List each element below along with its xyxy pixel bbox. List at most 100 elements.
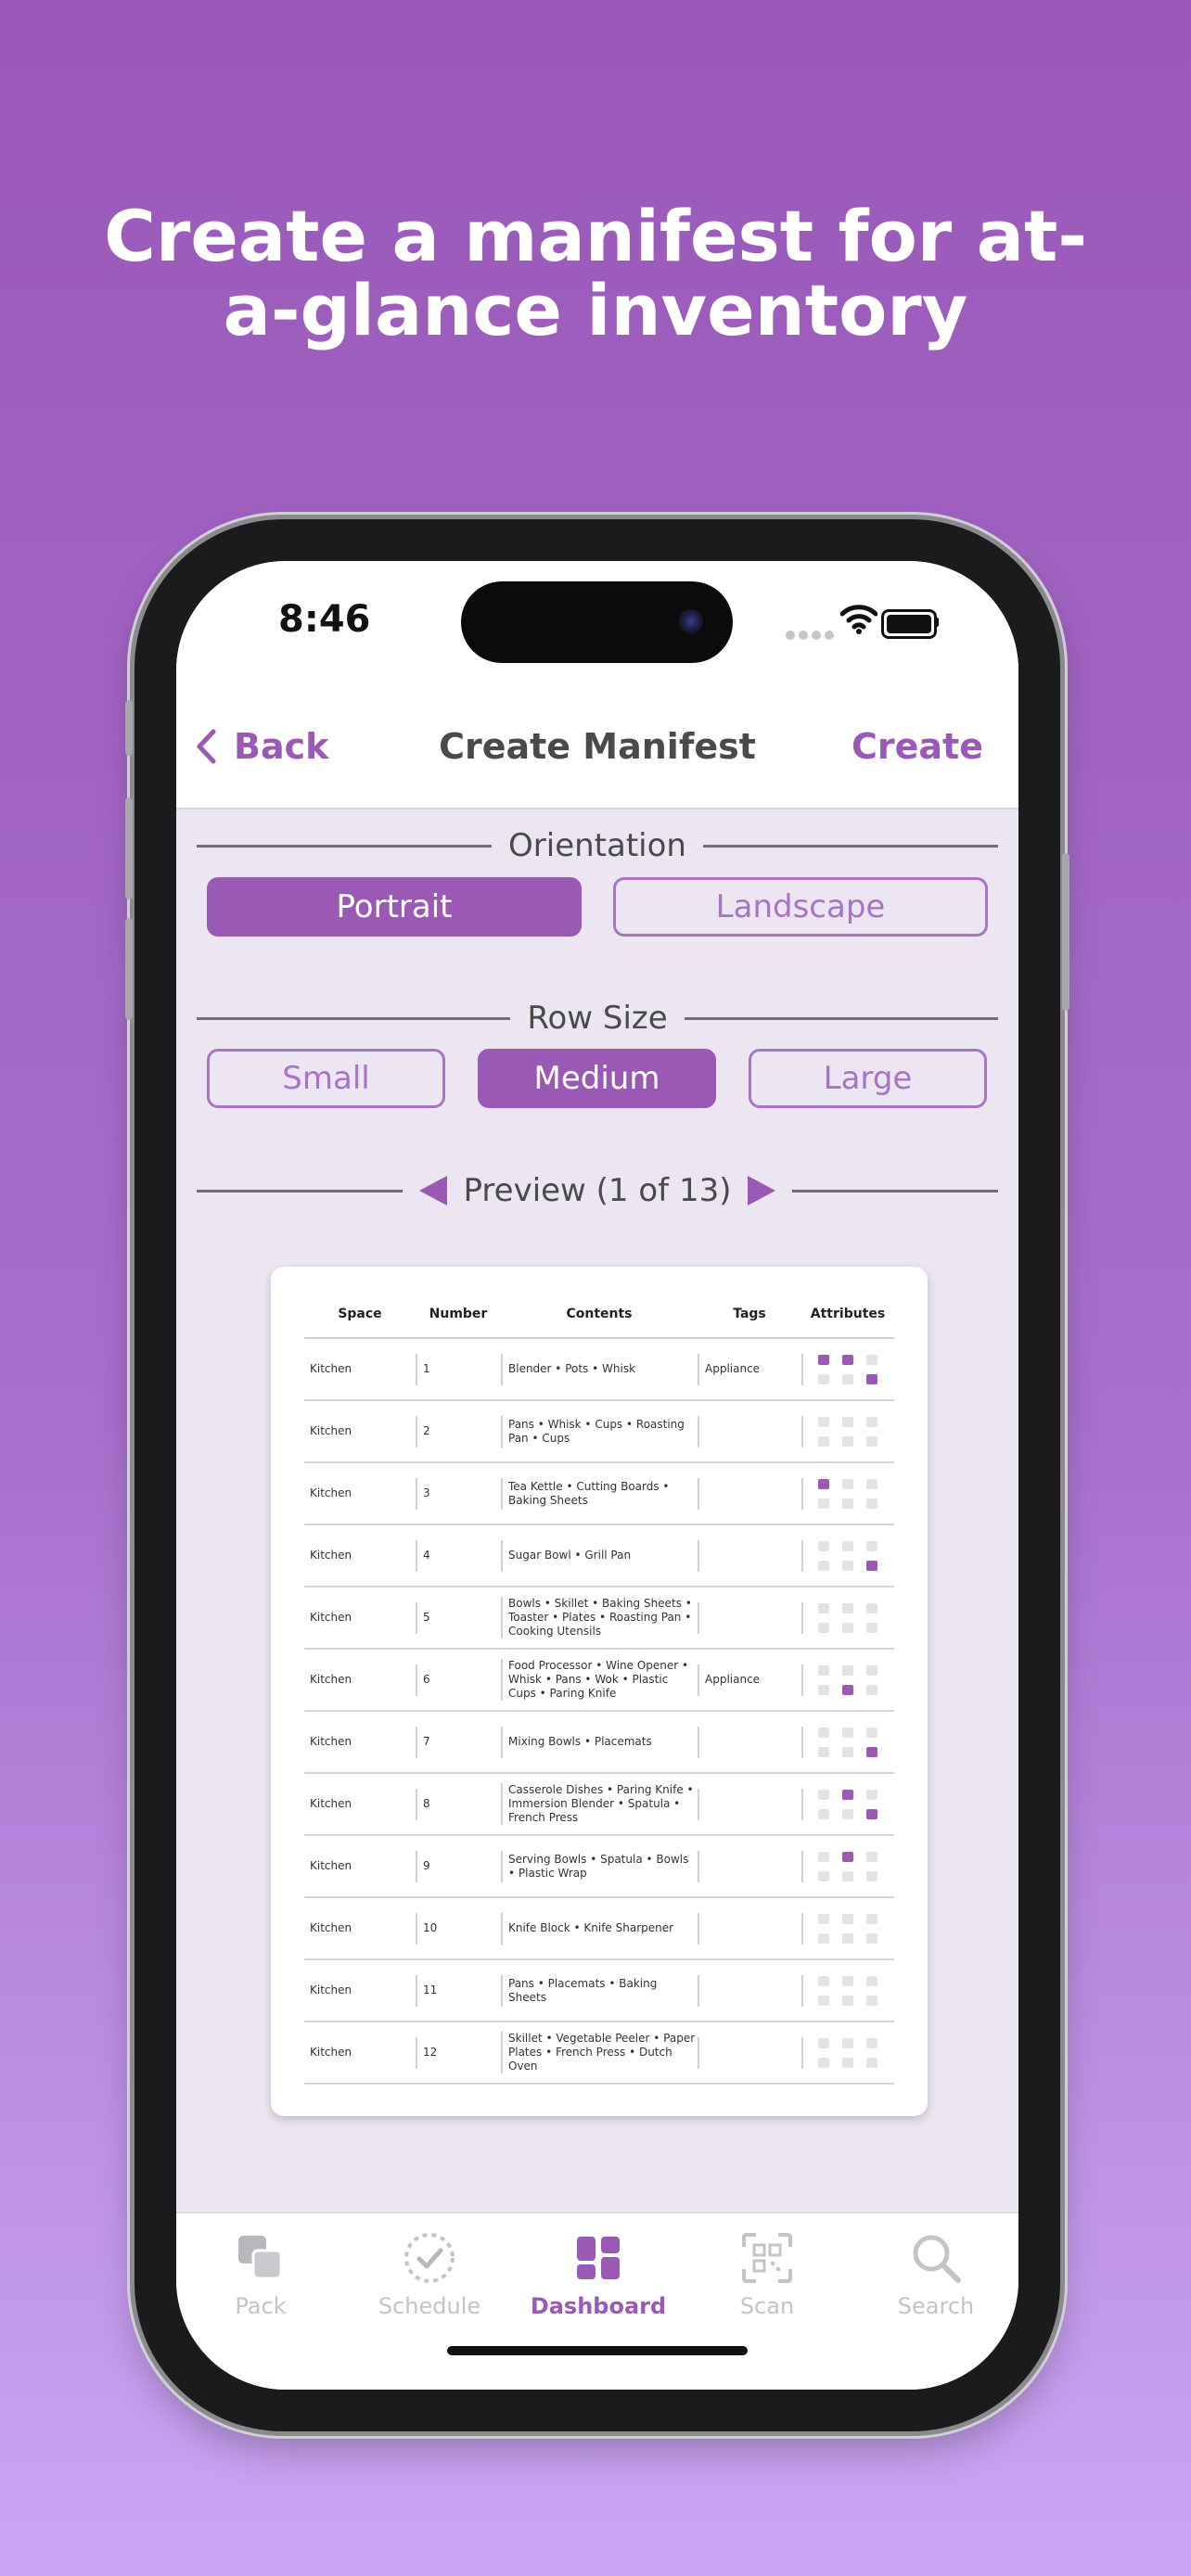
attribute-icon [842,1435,853,1447]
attribute-icon [818,1435,829,1447]
cell-number: 3 [416,1477,501,1510]
cell-tags: Appliance [698,1353,801,1385]
tab-schedule-label: Schedule [378,2293,481,2319]
battery-tip [935,618,939,627]
create-button[interactable]: Create [852,726,983,767]
attribute-icon [818,1622,829,1633]
tab-dashboard-label: Dashboard [530,2293,667,2319]
cell-attributes [801,1974,894,2007]
cell-attributes [801,2036,894,2069]
cell-tags [698,1788,801,1820]
attribute-icon [818,1746,829,1757]
cell-space: Kitchen [310,1362,352,1375]
phone-screen: 8:46 Back Create Manifest Create Orienta… [176,561,1018,2390]
large-size-button[interactable]: Large [749,1049,987,1108]
cell-number: 1 [416,1353,501,1385]
attribute-icon [818,1354,829,1365]
attribute-icon [818,1540,829,1551]
cell-tags [698,1726,801,1758]
status-time: 8:46 [278,598,371,641]
column-header-tags: Tags [733,1307,766,1321]
portrait-option-button[interactable]: Portrait [207,877,582,937]
status-bar: 8:46 [176,561,1018,691]
tab-pack[interactable]: Pack [176,2230,345,2319]
cell-number: 11 [416,1974,501,2007]
home-indicator [447,2346,748,2355]
tab-bar: Pack Schedule Dashboard Scan Search [176,2212,1018,2390]
phone-volume-down-button [125,918,133,1020]
attribute-icon [842,1975,853,1986]
cell-attributes [801,1477,894,1510]
dynamic-island [461,581,733,663]
cell-space: Kitchen [310,1921,352,1934]
row-size-label: Row Size [527,1000,668,1037]
cell-tags [698,1601,801,1634]
landscape-option-button[interactable]: Landscape [613,877,988,937]
cell-contents: Knife Block • Knife Sharpener [501,1912,698,1945]
cellular-signal-icon [786,626,838,644]
cell-number: 7 [416,1726,501,1758]
manifest-table: Space Number Contents Tags Attributes Ki… [304,1291,894,2085]
attribute-icon [818,1373,829,1384]
tab-scan[interactable]: Scan [683,2230,852,2319]
attribute-icon [866,1808,877,1819]
front-camera-icon [679,609,703,633]
column-header-space: Space [338,1307,382,1321]
attribute-icon [818,1684,829,1695]
attribute-icon [818,2037,829,2048]
tab-dashboard[interactable]: Dashboard [514,2230,683,2319]
attribute-icon [842,2037,853,2048]
cell-tags: Appliance [698,1664,801,1696]
tab-scan-label: Scan [739,2293,795,2319]
medium-size-button[interactable]: Medium [478,1049,716,1108]
attribute-icon [866,1373,877,1384]
cell-attributes [801,1664,894,1696]
cell-space: Kitchen [310,1797,352,1810]
attribute-icon [866,2057,877,2068]
wifi-icon [840,605,877,634]
cell-number: 10 [416,1912,501,1945]
attribute-icon [842,1870,853,1881]
attribute-icon [818,1664,829,1676]
tab-search[interactable]: Search [852,2230,1018,2319]
cell-tags [698,1974,801,2007]
cell-number: 9 [416,1850,501,1882]
attribute-icon [818,1913,829,1924]
attribute-icon [842,1664,853,1676]
orientation-section-header: Orientation [197,823,999,869]
cell-contents: Food Processor • Wine Opener • Whisk • P… [501,1659,698,1701]
cell-contents: Bowls • Skillet • Baking Sheets • Toaste… [501,1597,698,1639]
cell-space: Kitchen [310,1549,352,1562]
attribute-icon [818,1975,829,1986]
column-header-number: Number [429,1307,488,1321]
phone-action-button [125,700,133,756]
cell-attributes [801,1912,894,1945]
attribute-icon [842,1932,853,1944]
attribute-icon [866,1932,877,1944]
small-size-button[interactable]: Small [207,1049,445,1108]
next-page-button[interactable] [748,1176,776,1205]
cell-attributes [801,1850,894,1882]
cell-attributes [801,1415,894,1447]
attribute-icon [818,1995,829,2006]
headline-line-2: a-glance inventory [223,269,968,351]
column-header-attributes: Attributes [810,1307,886,1321]
cell-space: Kitchen [310,1859,352,1872]
attribute-icon [842,1727,853,1738]
attribute-icon [818,1602,829,1613]
cell-contents: Mixing Bowls • Placemats [501,1726,698,1758]
attribute-icon [866,1664,877,1676]
headline-line-1: Create a manifest for at- [104,195,1087,277]
attribute-icon [866,1684,877,1695]
cell-contents: Serving Bowls • Spatula • Bowls • Plasti… [501,1850,698,1882]
attribute-icon [842,1416,853,1427]
row-size-section-header: Row Size [197,995,998,1041]
cell-space: Kitchen [310,1611,352,1624]
cell-contents: Sugar Bowl • Grill Pan [501,1539,698,1572]
previous-page-button[interactable] [418,1176,447,1205]
table-row: Kitchen 7 Mixing Bowls • Placemats [304,1712,894,1774]
preview-label: Preview (1 of 13) [463,1172,732,1209]
tab-schedule[interactable]: Schedule [345,2230,514,2319]
cell-contents: Tea Kettle • Cutting Boards • Baking She… [501,1477,698,1510]
battery-icon [881,609,937,639]
